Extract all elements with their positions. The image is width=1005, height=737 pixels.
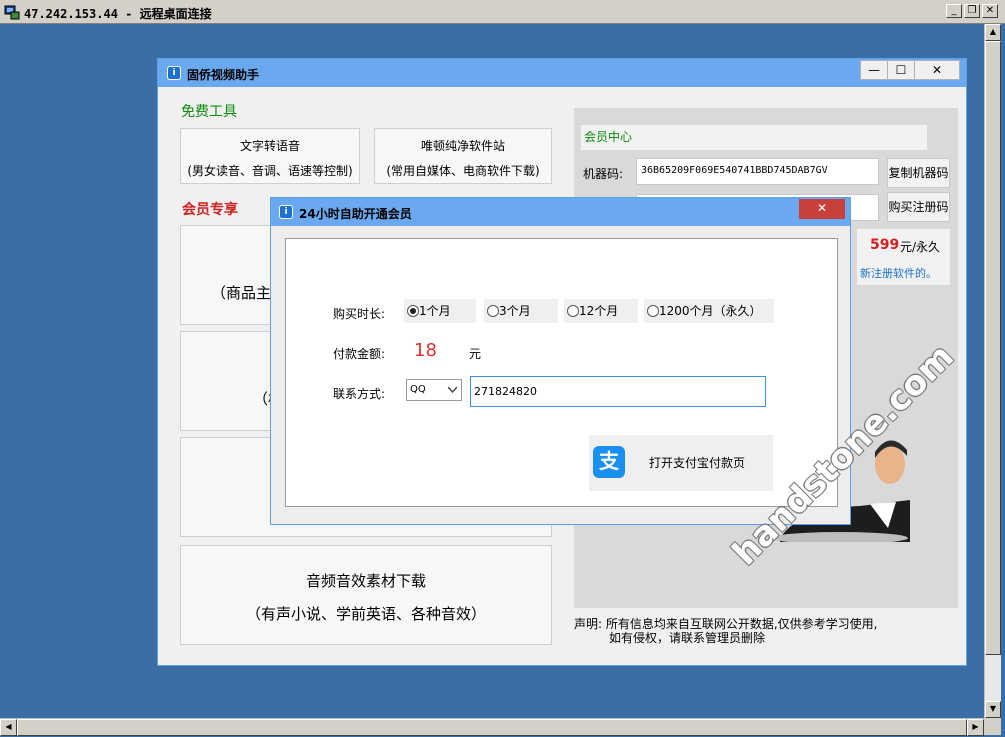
app-logo-icon: i — [167, 66, 181, 80]
scroll-up-arrow-icon[interactable]: ▲ — [985, 24, 1001, 41]
rdp-window-title: 47.242.153.44 - 远程桌面连接 — [24, 7, 212, 21]
app-maximize-button[interactable]: ☐ — [887, 60, 915, 80]
duration-option-1-month[interactable]: 1个月 — [404, 299, 476, 323]
contact-input[interactable]: 271824820 — [470, 376, 766, 407]
vip-card-subtitle: （有声小说、学前英语、各种音效） — [245, 605, 486, 623]
copy-machine-code-button[interactable]: 复制机器码 — [887, 158, 950, 188]
radio-button-icon — [567, 305, 579, 317]
option-label: 1个月 — [419, 304, 451, 318]
software-site-button[interactable]: 唯顿纯净软件站 (常用自媒体、电商软件下载) — [374, 128, 552, 184]
register-notice: 新注册软件的。 — [860, 267, 937, 280]
amount-value: 18 — [414, 340, 437, 361]
duration-option-permanent[interactable]: 1200个月（永久） — [644, 299, 774, 323]
dialog-title: 24小时自助开通会员 — [299, 207, 412, 221]
tool-title: 文字转语音 — [239, 139, 300, 153]
rdp-restore-button[interactable]: ❐ — [964, 4, 980, 18]
contact-label: 联系方式: — [333, 387, 386, 401]
vip-card-label: （商品主 — [211, 284, 272, 302]
scroll-left-arrow-icon[interactable]: ◀ — [0, 719, 17, 736]
machine-code-label: 机器码: — [583, 167, 624, 181]
dialog-content-panel: 购买时长: 1个月 3个月 12个月 1200个月（永久） 付款金额: 18 元… — [285, 238, 838, 507]
price-unit: 元/永久 — [900, 240, 941, 254]
contact-type-value: QQ — [410, 384, 426, 395]
duration-option-12-months[interactable]: 12个月 — [564, 299, 638, 323]
app-titlebar: i 固侨视频助手 — ☐ ✕ — [158, 59, 966, 87]
option-label: 3个月 — [499, 304, 531, 318]
contact-type-select[interactable]: QQ — [406, 379, 462, 401]
rdp-close-button[interactable]: ✕ — [982, 4, 998, 18]
vip-card-title: 音频音效素材下载 — [305, 572, 426, 590]
option-label: 12个月 — [579, 304, 619, 318]
scroll-corner — [984, 718, 1001, 735]
price-value: 599 — [870, 237, 900, 253]
buy-registration-code-button[interactable]: 购买注册码 — [887, 192, 950, 222]
app-title: 固侨视频助手 — [187, 68, 260, 82]
alipay-icon: 支 — [593, 446, 625, 478]
price-box: 599 元/永久 新注册软件的。 — [857, 229, 950, 285]
tool-subtitle: (男女读音、音调、语速等控制) — [187, 164, 353, 178]
disclaimer-line-2: 如有侵权，请联系管理员删除 — [609, 631, 766, 645]
option-label: 1200个月（永久） — [659, 304, 762, 318]
rdp-vertical-scrollbar[interactable]: ▲ ▼ — [984, 24, 1001, 718]
vip-heading: 会员专享 — [182, 202, 238, 218]
purchase-dialog: i 24小时自助开通会员 ✕ 购买时长: 1个月 3个月 12个月 1200个月… — [270, 197, 851, 525]
app-minimize-button[interactable]: — — [860, 60, 888, 80]
scroll-right-arrow-icon[interactable]: ▶ — [967, 719, 984, 736]
audio-assets-download-button[interactable]: 音频音效素材下载 （有声小说、学前英语、各种音效） — [180, 545, 552, 645]
dialog-titlebar: i 24小时自助开通会员 ✕ — [271, 198, 850, 226]
amount-label: 付款金额: — [333, 347, 386, 361]
text-to-speech-button[interactable]: 文字转语音 (男女读音、音调、语速等控制) — [180, 128, 360, 184]
radio-button-icon — [647, 305, 659, 317]
machine-code-field[interactable]: 36B65209F069E540741BBD745DAB7GV — [636, 158, 879, 185]
duration-option-3-months[interactable]: 3个月 — [484, 299, 558, 323]
radio-button-icon — [407, 305, 419, 317]
free-tools-heading: 免费工具 — [181, 104, 237, 120]
alipay-button-label: 打开支付宝付款页 — [649, 456, 746, 470]
tool-subtitle: (常用自媒体、电商软件下载) — [386, 164, 540, 178]
horizontal-scroll-thumb[interactable] — [17, 719, 967, 736]
duration-label: 购买时长: — [333, 307, 386, 321]
app-close-button[interactable]: ✕ — [914, 60, 960, 80]
radio-button-icon — [487, 305, 499, 317]
rdp-horizontal-scrollbar[interactable]: ◀ ▶ — [0, 718, 984, 736]
tool-title: 唯顿纯净软件站 — [420, 139, 505, 153]
remote-desktop-icon — [4, 5, 20, 20]
scroll-down-arrow-icon[interactable]: ▼ — [985, 701, 1001, 718]
rdp-titlebar: 47.242.153.44 - 远程桌面连接 _ ❐ ✕ — [0, 0, 1005, 24]
dialog-close-button[interactable]: ✕ — [799, 199, 845, 219]
dialog-logo-icon: i — [279, 205, 293, 219]
rdp-minimize-button[interactable]: _ — [946, 4, 962, 18]
chevron-down-icon — [448, 387, 457, 393]
member-center-heading: 会员中心 — [581, 125, 927, 150]
amount-unit: 元 — [469, 347, 482, 361]
vertical-scroll-thumb[interactable] — [985, 41, 1001, 655]
open-alipay-button[interactable]: 支 打开支付宝付款页 — [589, 435, 773, 491]
